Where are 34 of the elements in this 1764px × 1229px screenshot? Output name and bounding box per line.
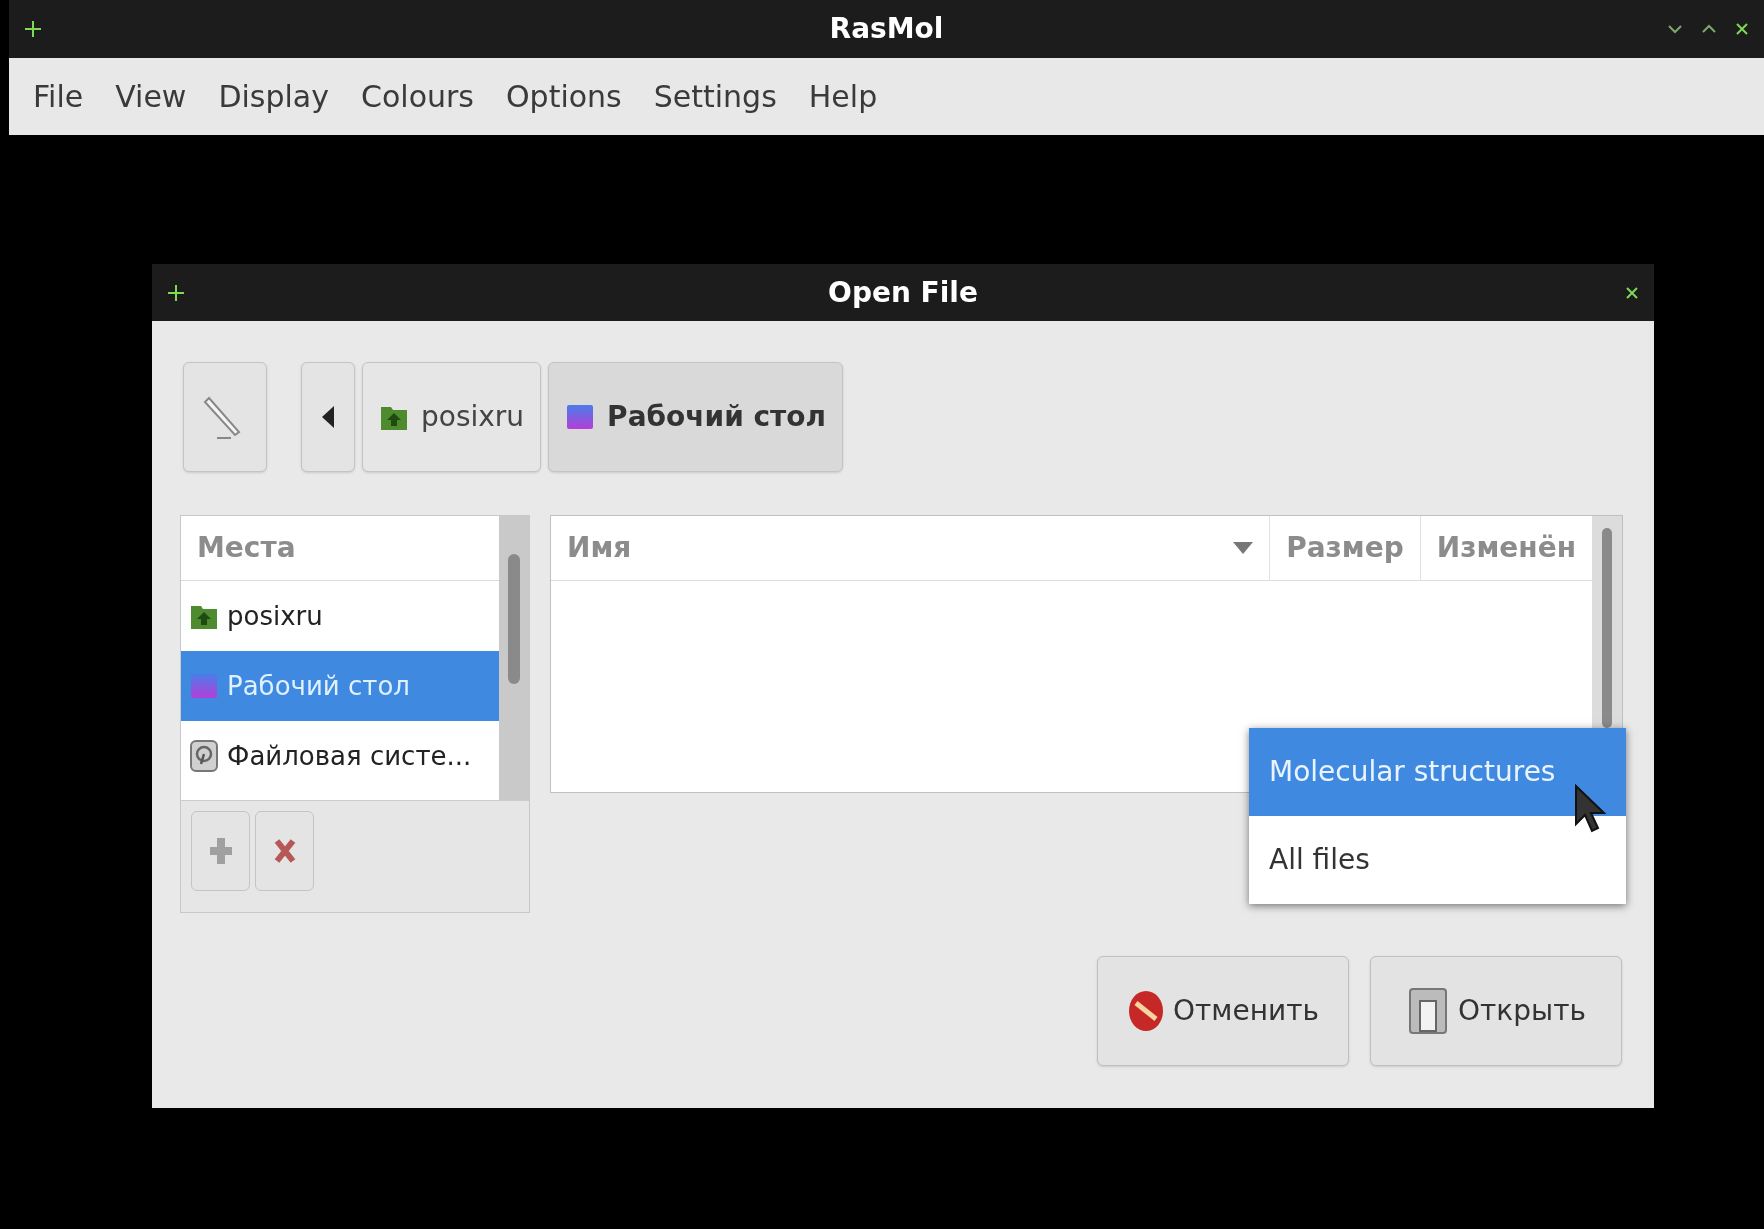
sort-arrow-icon (1233, 542, 1254, 554)
close-icon[interactable] (1626, 286, 1638, 299)
remove-bookmark-button[interactable] (255, 811, 314, 891)
plus-icon[interactable] (168, 284, 184, 301)
maximize-icon[interactable] (1702, 24, 1716, 34)
menu-option[interactable]: All files (1249, 816, 1626, 904)
cancel-button[interactable]: Отменить (1097, 956, 1349, 1066)
menu-item[interactable]: Help (804, 74, 882, 119)
menu-item[interactable]: View (111, 74, 191, 119)
back-button[interactable] (301, 362, 355, 472)
menu-item[interactable]: Colours (357, 74, 478, 119)
place-item[interactable]: Файловая систе... (181, 721, 499, 791)
menu-item[interactable]: Settings (649, 74, 781, 119)
path-button[interactable]: posixru (362, 362, 542, 472)
left-triangle-icon (322, 406, 334, 428)
desktop-icon (565, 402, 596, 432)
menu-item[interactable]: Display (214, 74, 333, 119)
mouse-pointer-icon (1574, 784, 1608, 834)
stop-icon (1127, 989, 1165, 1033)
place-item[interactable]: posixru (181, 581, 499, 651)
menu-item[interactable]: File (29, 74, 88, 119)
window-title: RasMol (829, 11, 944, 47)
dialog-title: Open File (828, 274, 978, 311)
plus-icon[interactable] (25, 21, 41, 37)
plus-icon (208, 836, 233, 866)
close-icon[interactable] (1736, 23, 1748, 35)
desktop-icon (189, 671, 219, 701)
folder-icon (1406, 985, 1450, 1037)
menu-item[interactable]: Options (501, 74, 626, 119)
path-button[interactable]: Рабочий стол (548, 362, 844, 472)
minimize-icon[interactable] (1668, 24, 1682, 34)
open-button[interactable]: Открыть (1370, 956, 1622, 1066)
cross-icon (273, 838, 296, 864)
scrollbar[interactable] (499, 516, 529, 800)
